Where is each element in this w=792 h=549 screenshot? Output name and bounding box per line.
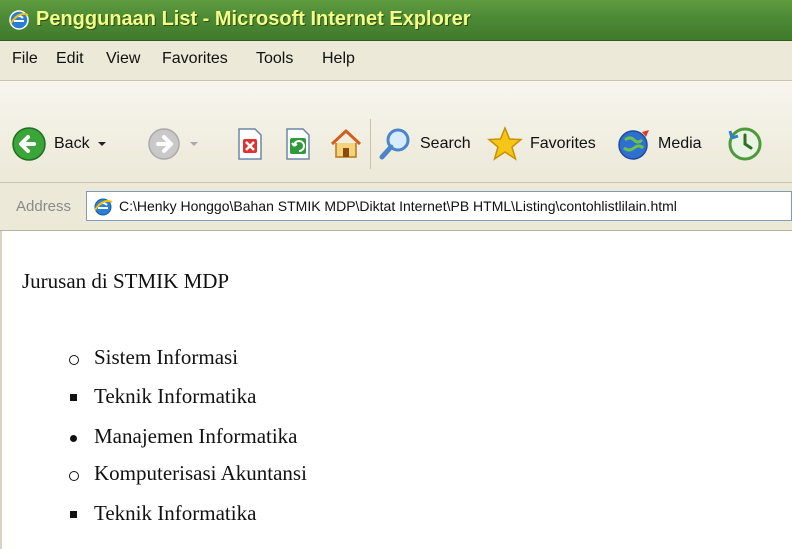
list-item-text: Sistem Informasi — [94, 345, 239, 369]
window-title: Penggunaan List - Microsoft Internet Exp… — [36, 8, 471, 30]
favorites-button[interactable]: Favorites — [486, 122, 596, 166]
ie-logo-icon — [9, 10, 29, 30]
page-heading: Jurusan di STMIK MDP — [22, 269, 230, 293]
toolbar-separator — [370, 119, 371, 169]
menu-file[interactable]: File — [12, 50, 38, 68]
chevron-down-icon[interactable] — [188, 139, 200, 149]
list-item-text: Teknik Informatika — [94, 384, 257, 408]
refresh-button[interactable] — [282, 122, 314, 166]
search-label: Search — [420, 135, 471, 152]
stop-button[interactable] — [234, 122, 266, 166]
menu-help[interactable]: Help — [322, 50, 355, 68]
media-button[interactable]: Media — [616, 122, 702, 166]
address-bar: Address C:\Henky Honggo\Bahan STMIK MDP\… — [0, 183, 792, 231]
ie-page-icon — [94, 198, 113, 216]
home-icon — [330, 129, 362, 158]
circle-bullet-icon — [64, 465, 94, 485]
history-button[interactable] — [726, 122, 764, 166]
history-icon — [728, 127, 762, 161]
forward-icon — [148, 128, 180, 160]
square-bullet-icon — [64, 388, 94, 408]
menu-edit[interactable]: Edit — [56, 50, 84, 68]
list-item: Sistem Informasi — [64, 345, 238, 370]
favorites-star-icon — [487, 126, 523, 161]
media-icon — [618, 130, 649, 160]
refresh-icon — [286, 128, 310, 160]
disc-bullet-icon — [64, 428, 94, 448]
list-item: Komputerisasi Akuntansi — [64, 461, 307, 486]
address-input[interactable]: C:\Henky Honggo\Bahan STMIK MDP\Diktat I… — [86, 191, 792, 221]
menu-bar: File Edit View Favorites Tools Help — [0, 41, 792, 81]
standard-toolbar: Back Search Favorites Media — [0, 81, 792, 183]
address-value: C:\Henky Honggo\Bahan STMIK MDP\Diktat I… — [119, 198, 677, 214]
menu-tools[interactable]: Tools — [256, 50, 293, 68]
square-bullet-icon — [64, 505, 94, 525]
address-label: Address — [16, 198, 72, 215]
favorites-label: Favorites — [530, 135, 596, 152]
menu-view[interactable]: View — [106, 50, 140, 68]
circle-bullet-icon — [64, 349, 94, 369]
media-label: Media — [658, 135, 702, 152]
list-item-text: Teknik Informatika — [94, 501, 257, 525]
list-item: Manajemen Informatika — [64, 424, 298, 449]
page-content: Jurusan di STMIK MDP Sistem Informasi Te… — [0, 231, 792, 549]
title-bar: Penggunaan List - Microsoft Internet Exp… — [0, 0, 792, 41]
chevron-down-icon[interactable] — [96, 139, 108, 149]
menu-favorites[interactable]: Favorites — [162, 50, 228, 68]
stop-icon — [238, 128, 262, 160]
search-icon — [379, 128, 410, 160]
home-button[interactable] — [328, 122, 364, 166]
list-item: Teknik Informatika — [64, 501, 256, 526]
search-button[interactable]: Search — [378, 122, 471, 166]
list-item-text: Manajemen Informatika — [94, 424, 298, 448]
back-button[interactable]: Back — [10, 122, 108, 166]
forward-button[interactable] — [146, 122, 200, 166]
browser-window: Penggunaan List - Microsoft Internet Exp… — [0, 0, 792, 549]
list-item-text: Komputerisasi Akuntansi — [94, 461, 307, 485]
list-item: Teknik Informatika — [64, 384, 256, 409]
back-label: Back — [54, 135, 90, 152]
back-icon — [12, 127, 46, 161]
